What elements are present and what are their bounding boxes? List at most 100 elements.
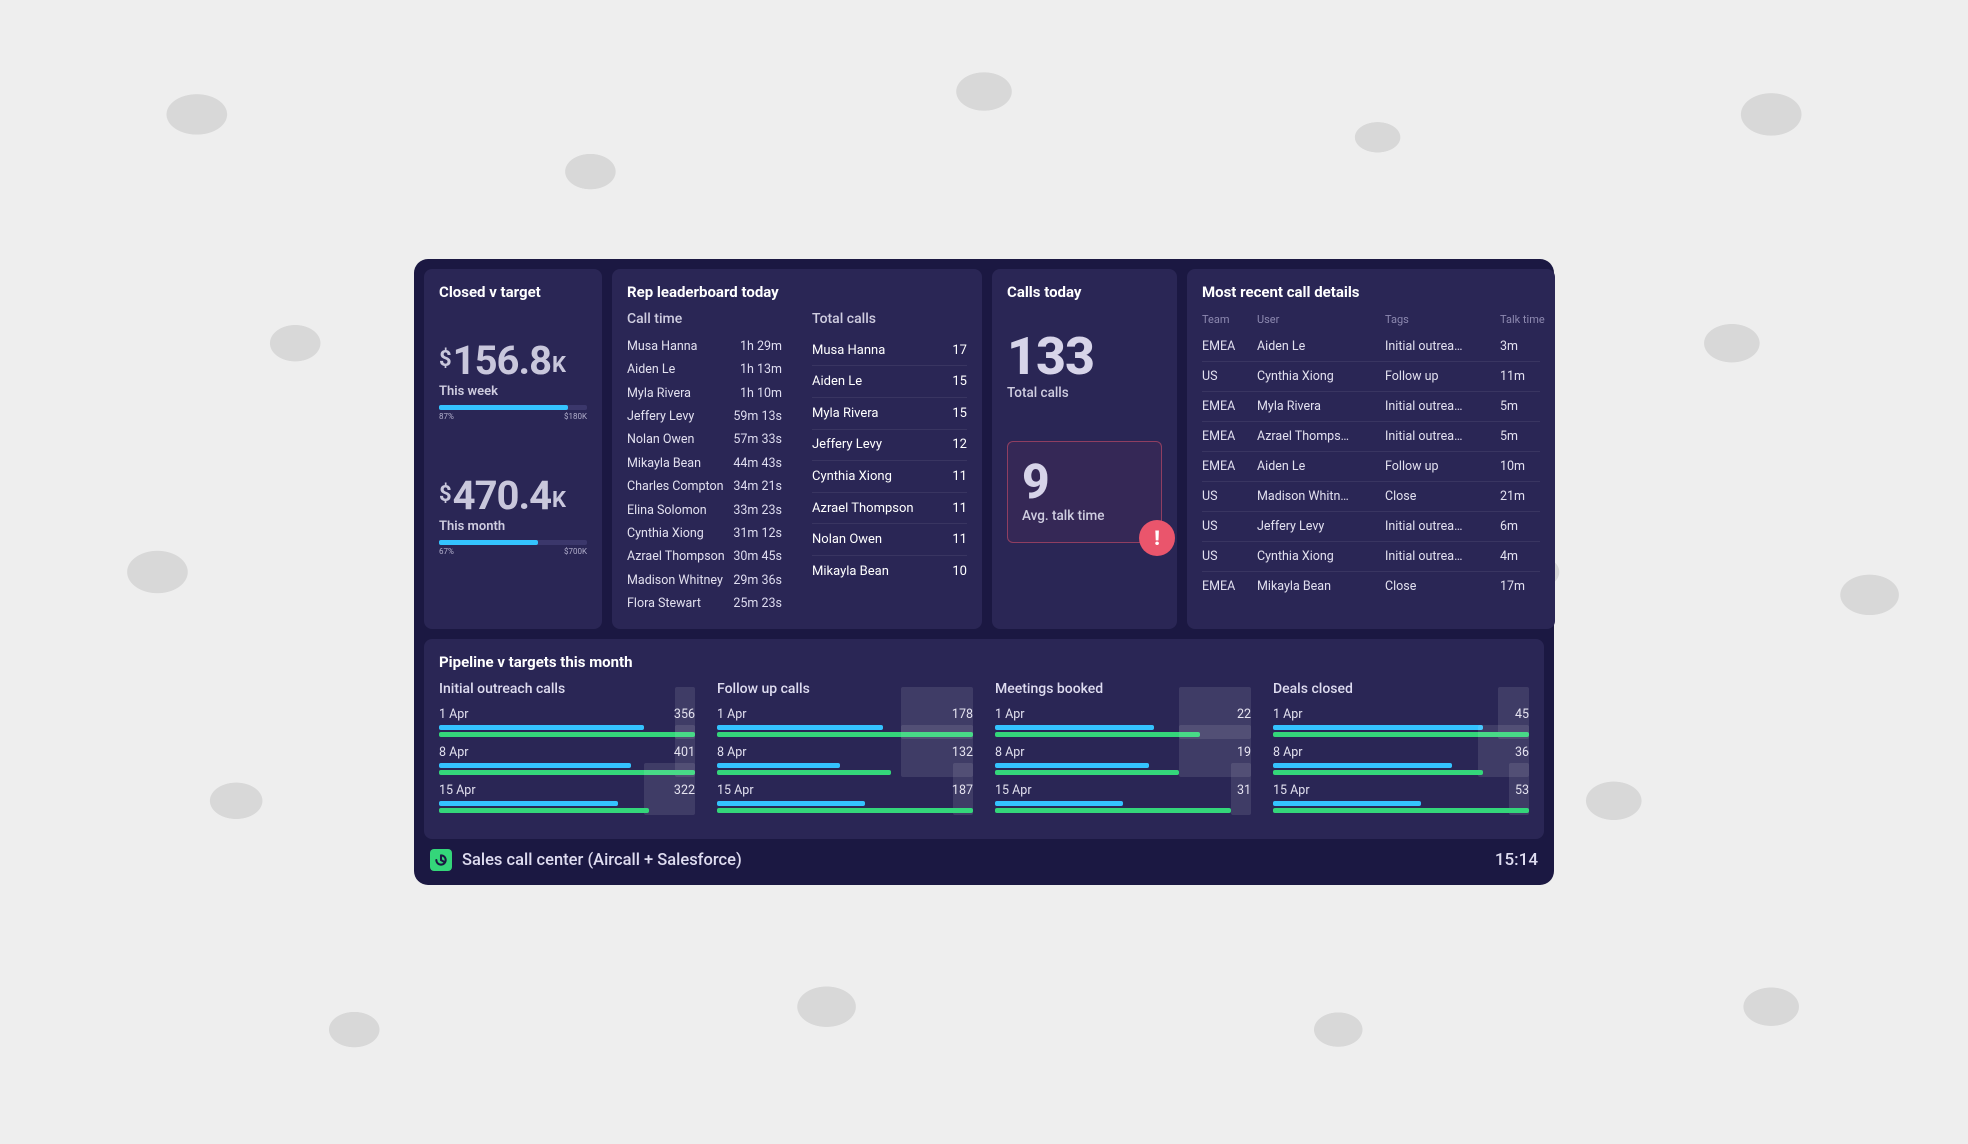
- pipeline-date: 15 Apr: [439, 783, 476, 798]
- rep-total-calls: 10: [952, 564, 967, 579]
- cell-user: Madison Whitn…: [1257, 489, 1385, 504]
- pipeline-actual-bar: [439, 801, 618, 806]
- leaderboard-call-time-label: Call time: [627, 311, 782, 327]
- pipeline-date: 1 Apr: [439, 707, 469, 722]
- kpi-month: $470.4K This month 67% $700K: [439, 476, 587, 556]
- pipeline-row: 1 Apr356: [439, 707, 695, 737]
- pipeline-column-title: Deals closed: [1273, 681, 1529, 697]
- kpi-week-label: This week: [439, 384, 587, 399]
- rep-name: Jeffery Levy: [812, 437, 882, 452]
- pipeline-row: 8 Apr36: [1273, 745, 1529, 775]
- pipeline-row: 15 Apr53: [1273, 783, 1529, 813]
- pipeline-forecast-bar: [1273, 770, 1483, 775]
- pipeline-row: 15 Apr322: [439, 783, 695, 813]
- footer-title: Sales call center (Aircall + Salesforce): [462, 851, 742, 870]
- pipeline-actual-bar: [717, 763, 840, 768]
- recent-call-row: EMEAAiden LeInitial outrea…3m: [1202, 332, 1540, 362]
- rep-total-calls: 11: [952, 469, 967, 484]
- pipeline-column-title: Initial outreach calls: [439, 681, 695, 697]
- pipeline-actual-bar: [1273, 725, 1483, 730]
- cell-user: Jeffery Levy: [1257, 519, 1385, 534]
- cell-tag: Initial outrea…: [1385, 549, 1500, 564]
- calls-today-total-label: Total calls: [1007, 385, 1162, 401]
- kpi-month-bar: 67% $700K: [439, 540, 587, 556]
- recent-calls-header: Team User Tags Talk time: [1202, 311, 1540, 332]
- kpi-week-bar-fill: [439, 405, 568, 410]
- cell-team: EMEA: [1202, 579, 1257, 594]
- rep-call-time: 31m 12s: [733, 526, 782, 541]
- dollar-sign: $: [439, 347, 451, 372]
- pipeline-date: 8 Apr: [995, 745, 1025, 760]
- rep-name: Charles Compton: [627, 479, 724, 494]
- calls-today-total-value: 133: [1007, 331, 1162, 383]
- dashboard: Closed v target $156.8K This week 87% $1…: [414, 259, 1554, 886]
- pipeline-row: 8 Apr132: [717, 745, 973, 775]
- leaderboard-row: Cynthia Xiong11: [812, 461, 967, 493]
- leaderboard-row: Nolan Owen11: [812, 524, 967, 556]
- pipeline-actual-bar: [439, 763, 631, 768]
- kpi-month-bar-fill: [439, 540, 538, 545]
- cell-user: Mikayla Bean: [1257, 579, 1385, 594]
- rep-total-calls: 15: [952, 374, 967, 389]
- avg-talk-time-box: 9 Avg. talk time !: [1007, 441, 1162, 543]
- cell-user: Cynthia Xiong: [1257, 369, 1385, 384]
- alert-icon: !: [1139, 520, 1175, 556]
- dollar-sign: $: [439, 482, 451, 507]
- cell-talk: 6m: [1500, 519, 1545, 534]
- rep-name: Madison Whitney: [627, 573, 723, 588]
- kpi-week-value: $156.8K: [439, 341, 587, 381]
- calls-today-card: Calls today 133 Total calls 9 Avg. talk …: [992, 269, 1177, 630]
- pipeline-date: 15 Apr: [995, 783, 1032, 798]
- rep-name: Nolan Owen: [627, 432, 694, 447]
- pipeline-forecast-bar: [995, 770, 1179, 775]
- rep-call-time: 30m 45s: [733, 549, 782, 564]
- recent-calls-title: Most recent call details: [1202, 283, 1540, 301]
- kpi-week-target: $180K: [564, 412, 587, 421]
- cell-team: EMEA: [1202, 429, 1257, 444]
- leaderboard-total-calls-col: Total calls Musa Hanna17Aiden Le15Myla R…: [812, 311, 967, 616]
- rep-name: Azrael Thompson: [812, 501, 914, 516]
- rep-call-time: 44m 43s: [733, 456, 782, 471]
- leaderboard-row: Aiden Le1h 13m: [627, 358, 782, 381]
- cell-team: EMEA: [1202, 459, 1257, 474]
- pipeline-row: 15 Apr31: [995, 783, 1251, 813]
- leaderboard-card: Rep leaderboard today Call time Musa Han…: [612, 269, 982, 630]
- rep-total-calls: 12: [952, 437, 967, 452]
- cell-tag: Initial outrea…: [1385, 339, 1500, 354]
- recent-call-row: USJeffery LevyInitial outrea…6m: [1202, 512, 1540, 542]
- closed-v-target-title: Closed v target: [439, 283, 587, 301]
- pipeline-date: 1 Apr: [717, 707, 747, 722]
- avg-talk-time-value: 9: [1022, 458, 1147, 506]
- rep-total-calls: 11: [952, 501, 967, 516]
- pipeline-column: Deals closed1 Apr458 Apr3615 Apr53: [1273, 681, 1529, 821]
- cell-tag: Initial outrea…: [1385, 519, 1500, 534]
- cell-team: US: [1202, 489, 1257, 504]
- cell-tag: Initial outrea…: [1385, 399, 1500, 414]
- rep-call-time: 1h 13m: [740, 362, 782, 377]
- pipeline-date: 15 Apr: [717, 783, 754, 798]
- rep-name: Elina Solomon: [627, 503, 707, 518]
- footer: Sales call center (Aircall + Salesforce)…: [424, 839, 1544, 875]
- cell-talk: 5m: [1500, 399, 1545, 414]
- cell-team: EMEA: [1202, 339, 1257, 354]
- kpi-week-number: 156.8: [453, 337, 551, 384]
- rep-call-time: 33m 23s: [733, 503, 782, 518]
- rep-name: Myla Rivera: [812, 406, 878, 421]
- pipeline-date: 8 Apr: [439, 745, 469, 760]
- cell-talk: 10m: [1500, 459, 1545, 474]
- recent-call-row: EMEAAiden LeFollow up10m: [1202, 452, 1540, 482]
- avg-talk-time-label: Avg. talk time: [1022, 508, 1147, 524]
- pipeline-forecast-bar: [717, 808, 973, 813]
- leaderboard-row: Madison Whitney29m 36s: [627, 569, 782, 592]
- cell-team: US: [1202, 549, 1257, 564]
- pipeline-actual-bar: [1273, 801, 1421, 806]
- kpi-month-target: $700K: [564, 547, 587, 556]
- leaderboard-row: Charles Compton34m 21s: [627, 475, 782, 498]
- leaderboard-row: Musa Hanna17: [812, 335, 967, 367]
- pipeline-actual-bar: [1273, 763, 1452, 768]
- cell-talk: 17m: [1500, 579, 1545, 594]
- pipeline-column: Follow up calls1 Apr1788 Apr13215 Apr187: [717, 681, 973, 821]
- pipeline-forecast-bar: [439, 808, 649, 813]
- recent-call-row: USCynthia XiongInitial outrea…4m: [1202, 542, 1540, 572]
- rep-call-time: 57m 33s: [733, 432, 782, 447]
